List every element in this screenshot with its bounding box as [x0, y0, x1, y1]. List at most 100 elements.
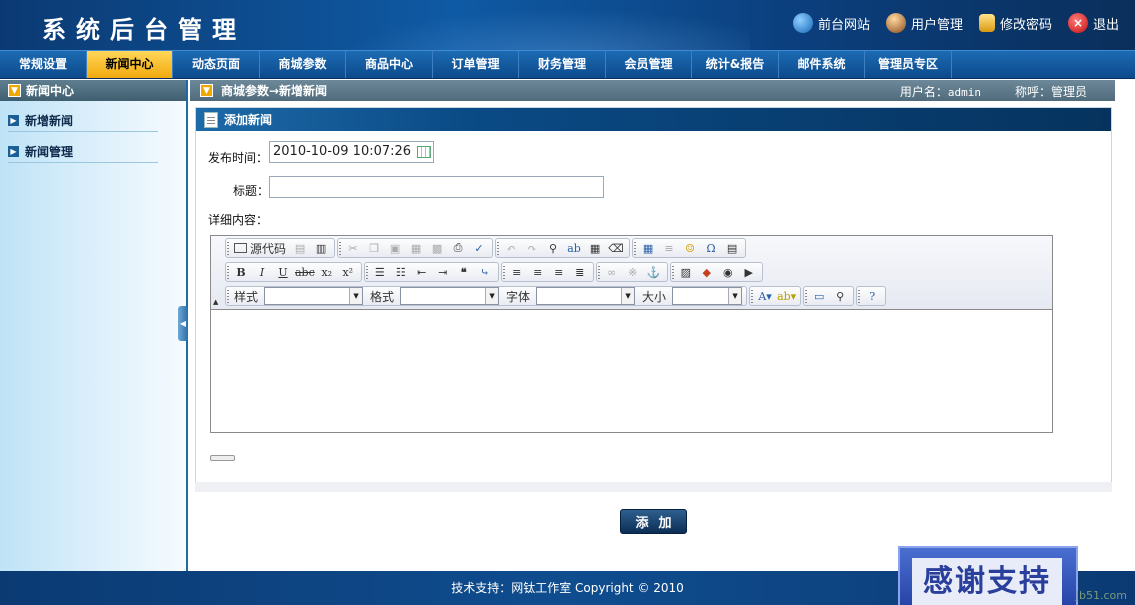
nav-item-members[interactable]: 会员管理	[606, 51, 692, 78]
table-icon[interactable]: ▦	[639, 239, 657, 257]
main-nav: 常规设置 新闻中心 动态页面 商城参数 商品中心 订单管理 财务管理 会员管理 …	[0, 50, 1135, 79]
flash-icon[interactable]: ◆	[698, 263, 716, 281]
superscript-icon[interactable]: x²	[339, 263, 357, 281]
sidebar-item-add-news[interactable]: ▶ 新增新闻	[8, 109, 158, 132]
toolbar-group-paragraph: ☰ ☷ ⇤ ⇥ ❝ ⤷	[363, 262, 499, 282]
anchor-icon[interactable]: ⚓	[645, 263, 663, 281]
publish-time-field[interactable]: 2010-10-09 10:07:26	[269, 141, 434, 163]
toolbar-collapse-icon[interactable]: ▲	[213, 298, 218, 306]
chevron-down-icon: ▼	[485, 288, 499, 304]
remove-format-icon[interactable]: ⌫	[607, 239, 625, 257]
paste-word-icon[interactable]: ▩	[428, 239, 446, 257]
nav-item-orders[interactable]: 订单管理	[433, 51, 519, 78]
title-input[interactable]	[269, 176, 604, 198]
sidebar-header: ▼ 新闻中心	[0, 80, 186, 101]
calendar-icon[interactable]	[417, 146, 431, 158]
nav-item-mail[interactable]: 邮件系统	[779, 51, 865, 78]
image-icon[interactable]: ▨	[677, 263, 695, 281]
nav-item-dynamic-pages[interactable]: 动态页面	[173, 51, 260, 78]
bullet-list-icon[interactable]: ☷	[392, 263, 410, 281]
nav-item-products[interactable]: 商品中心	[346, 51, 433, 78]
page-break-icon[interactable]: ▤	[723, 239, 741, 257]
unlink-icon[interactable]: ※	[624, 263, 642, 281]
link-icon[interactable]: ∞	[603, 263, 621, 281]
select-all-icon[interactable]: ▦	[586, 239, 604, 257]
special-char-icon[interactable]: Ω	[702, 239, 720, 257]
format-select[interactable]: ▼	[400, 287, 500, 305]
toolbar-group-help: ?	[856, 286, 887, 306]
toolbar-group-links: ∞ ※ ⚓	[595, 262, 668, 282]
underline-icon[interactable]: U	[274, 263, 292, 281]
nav-item-statistics[interactable]: 统计&报告	[692, 51, 779, 78]
header-decoration	[300, 0, 750, 50]
style-select[interactable]: ▼	[264, 287, 364, 305]
bold-icon[interactable]: B	[232, 263, 250, 281]
user-manage-label: 用户管理	[910, 17, 963, 33]
change-password-label: 修改密码	[999, 17, 1052, 33]
print-icon[interactable]: ⎙	[449, 239, 467, 257]
help-icon[interactable]: ?	[863, 287, 881, 305]
create-div-icon[interactable]: ⤷	[476, 263, 494, 281]
text-color-icon[interactable]: A▾	[756, 287, 774, 305]
find-icon[interactable]: ⚲	[544, 239, 562, 257]
lock-icon	[978, 14, 995, 32]
frontend-site-link[interactable]: 前台网站	[792, 13, 870, 33]
sidebar-title: 新闻中心	[26, 84, 75, 98]
new-page-icon[interactable]: ▥	[312, 239, 330, 257]
outdent-icon[interactable]: ⇤	[413, 263, 431, 281]
toolbar-group-colors: A▾ ab▾	[749, 286, 802, 306]
logout-link[interactable]: × 退出	[1067, 13, 1119, 33]
user-icon	[885, 13, 906, 33]
subscript-icon[interactable]: x₂	[318, 263, 336, 281]
cut-icon[interactable]: ✂	[344, 239, 362, 257]
preview-icon[interactable]: ⚲	[831, 287, 849, 305]
bg-color-icon[interactable]: ab▾	[777, 287, 796, 305]
font-select[interactable]: ▼	[536, 287, 636, 305]
redo-icon[interactable]: ↷	[523, 239, 541, 257]
italic-icon[interactable]: I	[253, 263, 271, 281]
align-left-icon[interactable]: ≡	[508, 263, 526, 281]
undo-icon[interactable]: ↶	[502, 239, 520, 257]
align-justify-icon[interactable]: ≣	[571, 263, 589, 281]
chevron-down-icon: ▼	[728, 288, 742, 304]
spellcheck-icon[interactable]: ✓	[470, 239, 488, 257]
nav-item-mall-params[interactable]: 商城参数	[260, 51, 346, 78]
nav-item-news[interactable]: 新闻中心	[87, 51, 173, 78]
toolbar-row-3: 样式 ▼ 格式 ▼ 字体 ▼ 大小 ▼ A▾ ab▾ ▭ ⚲ ?	[225, 286, 887, 306]
horizontal-rule-icon[interactable]: ≡	[660, 239, 678, 257]
save-icon[interactable]: ▤	[291, 239, 309, 257]
chevron-down-icon: ▼	[349, 288, 363, 304]
nav-item-finance[interactable]: 财务管理	[519, 51, 606, 78]
source-button[interactable]: 源代码	[232, 239, 288, 257]
nav-item-admin-zone[interactable]: 管理员专区	[865, 51, 952, 78]
submit-button[interactable]: 添加	[620, 509, 687, 534]
footer-text: 技术支持：网钛工作室 Copyright © 2010	[451, 581, 684, 595]
user-manage-link[interactable]: 用户管理	[885, 13, 963, 33]
paste-icon[interactable]: ▣	[386, 239, 404, 257]
numbered-list-icon[interactable]: ☰	[371, 263, 389, 281]
maximize-icon[interactable]: ▭	[810, 287, 828, 305]
media-icon[interactable]: ◉	[719, 263, 737, 281]
nav-item-general[interactable]: 常规设置	[0, 51, 87, 78]
align-center-icon[interactable]: ≡	[529, 263, 547, 281]
smiley-icon[interactable]: ☺	[681, 239, 699, 257]
editor-resize-handle[interactable]	[210, 455, 235, 461]
publish-time-value: 2010-10-09 10:07:26	[273, 144, 412, 159]
sidebar-collapse-toggle[interactable]: ◀	[178, 306, 188, 341]
editor-content-area[interactable]	[211, 310, 1052, 432]
align-right-icon[interactable]: ≡	[550, 263, 568, 281]
sidebar-item-manage-news[interactable]: ▶ 新闻管理	[8, 140, 158, 163]
chevron-right-icon: ▶	[8, 114, 19, 126]
strike-icon[interactable]: abc	[295, 263, 315, 281]
video-icon[interactable]: ▶	[740, 263, 758, 281]
change-password-link[interactable]: 修改密码	[978, 13, 1052, 33]
title-label: 标题：	[233, 184, 270, 198]
paste-text-icon[interactable]: ▦	[407, 239, 425, 257]
font-label: 字体	[506, 289, 531, 304]
replace-icon[interactable]: ab	[565, 239, 583, 257]
indent-icon[interactable]: ⇥	[434, 263, 452, 281]
copy-icon[interactable]: ❐	[365, 239, 383, 257]
size-select[interactable]: ▼	[672, 287, 743, 305]
sidebar-item-label: 新增新闻	[25, 113, 74, 128]
blockquote-icon[interactable]: ❝	[455, 263, 473, 281]
